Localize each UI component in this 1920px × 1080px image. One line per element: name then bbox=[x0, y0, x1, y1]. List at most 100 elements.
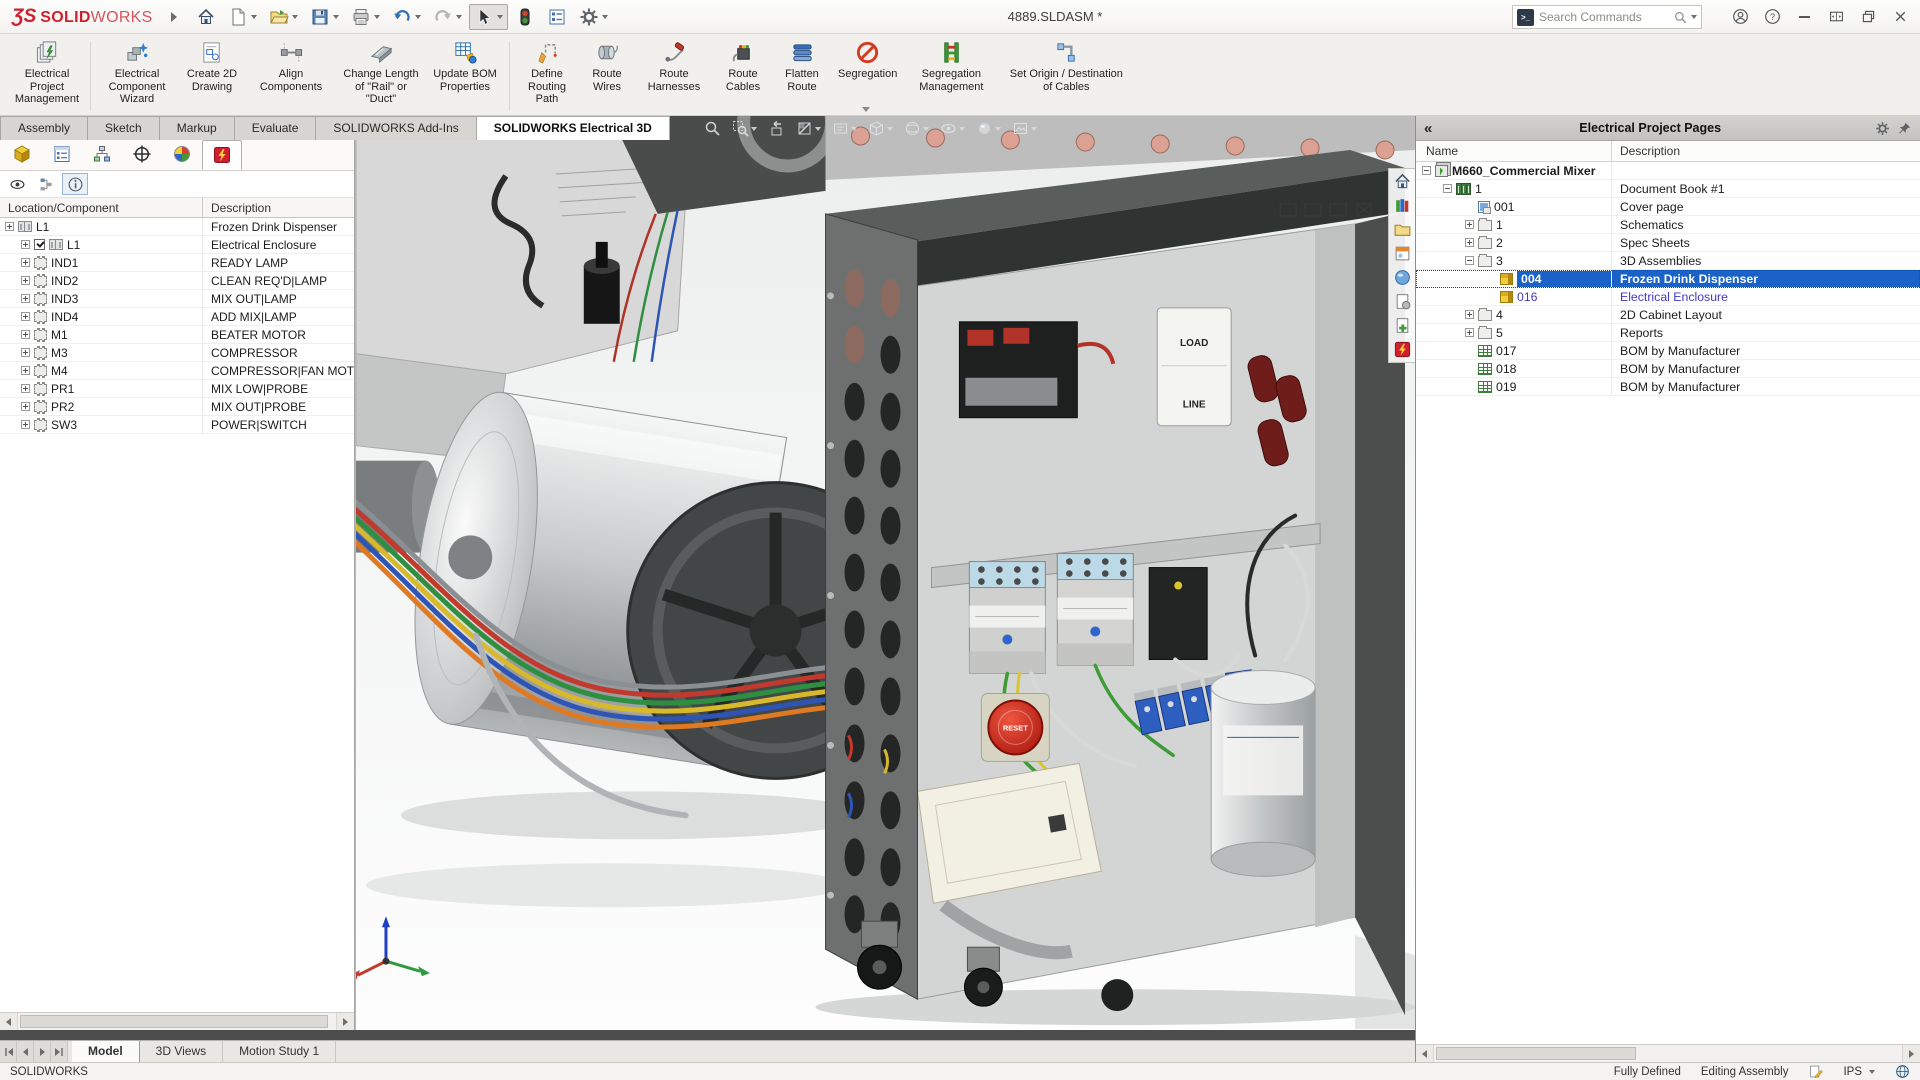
collapse-icon[interactable] bbox=[1422, 166, 1431, 175]
custom-properties-icon[interactable] bbox=[1393, 292, 1412, 311]
chevron-down-icon[interactable] bbox=[751, 127, 757, 131]
checkbox-checked[interactable] bbox=[34, 239, 45, 250]
tree-row[interactable]: 1Schematics bbox=[1416, 216, 1920, 234]
display-style-button[interactable] bbox=[904, 120, 929, 137]
tree-display-options-button[interactable] bbox=[33, 173, 59, 195]
3d-viewport[interactable]: LOAD LINE bbox=[355, 116, 1415, 1030]
chevron-down-icon[interactable] bbox=[1031, 127, 1037, 131]
configuration-manager-tab[interactable] bbox=[82, 140, 122, 170]
apply-scene-button[interactable] bbox=[1012, 120, 1037, 137]
home-icon[interactable] bbox=[1393, 172, 1412, 191]
redo-button[interactable] bbox=[428, 4, 467, 30]
left-panel-hscrollbar[interactable] bbox=[0, 1012, 354, 1030]
column-name[interactable]: Name bbox=[1416, 144, 1611, 158]
previous-tab-button[interactable] bbox=[17, 1041, 34, 1062]
define-routing-path-button[interactable]: Define Routing Path bbox=[514, 38, 580, 106]
options-list-button[interactable] bbox=[542, 4, 572, 30]
expand-icon[interactable] bbox=[21, 276, 30, 285]
open-button[interactable] bbox=[264, 4, 303, 30]
electrical-enclosure-component[interactable]: LOAD LINE bbox=[816, 150, 1415, 1025]
collapse-icon[interactable] bbox=[1443, 184, 1452, 193]
tree-row[interactable]: L1Frozen Drink Dispenser bbox=[0, 218, 354, 236]
tree-row[interactable]: M3COMPRESSOR bbox=[0, 344, 354, 362]
expand-icon[interactable] bbox=[21, 402, 30, 411]
tab-solidworks-add-ins[interactable]: SOLIDWORKS Add-Ins bbox=[315, 116, 476, 140]
appearances-icon[interactable] bbox=[1393, 268, 1412, 287]
tree-row[interactable]: SW3POWER|SWITCH bbox=[0, 416, 354, 434]
scroll-thumb[interactable] bbox=[1436, 1047, 1636, 1060]
tree-row[interactable]: 5Reports bbox=[1416, 324, 1920, 342]
restore-button[interactable] bbox=[1852, 0, 1884, 33]
chevron-down-icon[interactable] bbox=[959, 127, 965, 131]
flatten-route-button[interactable]: Flatten Route bbox=[772, 38, 832, 93]
chevron-down-icon[interactable] bbox=[374, 15, 380, 19]
tree-row[interactable]: 016Electrical Enclosure bbox=[1416, 288, 1920, 306]
tree-row[interactable]: IND1READY LAMP bbox=[0, 254, 354, 272]
align-components-button[interactable]: Align Components bbox=[245, 38, 337, 93]
chevron-down-icon[interactable] bbox=[456, 15, 462, 19]
featuremanager-tree-tab[interactable] bbox=[2, 140, 42, 170]
edit-appearance-button[interactable] bbox=[976, 120, 1001, 137]
tree-row[interactable]: IND4ADD MIX|LAMP bbox=[0, 308, 354, 326]
tree-row[interactable]: 42D Cabinet Layout bbox=[1416, 306, 1920, 324]
selection-filter-button[interactable] bbox=[510, 4, 540, 30]
update-bom-properties-button[interactable]: Update BOM Properties bbox=[425, 38, 505, 93]
search-input[interactable] bbox=[1534, 10, 1673, 24]
scroll-left-arrow[interactable] bbox=[1416, 1045, 1434, 1062]
column-description[interactable]: Description bbox=[1611, 141, 1920, 161]
view-orientation-button[interactable] bbox=[868, 120, 893, 137]
column-location-component[interactable]: Location/Component bbox=[0, 201, 202, 215]
expand-icon[interactable] bbox=[21, 240, 30, 249]
hide-show-items-button[interactable] bbox=[940, 120, 965, 137]
next-tab-button[interactable] bbox=[34, 1041, 51, 1062]
expand-icon[interactable] bbox=[1465, 238, 1474, 247]
tree-row[interactable]: PR1MIX LOW|PROBE bbox=[0, 380, 354, 398]
ribbon-collapse-icon[interactable] bbox=[862, 107, 870, 112]
tree-row[interactable]: 1Document Book #1 bbox=[1416, 180, 1920, 198]
select-button[interactable] bbox=[469, 4, 508, 30]
route-cables-button[interactable]: Route Cables bbox=[714, 38, 772, 93]
expand-icon[interactable] bbox=[21, 348, 30, 357]
file-explorer-icon[interactable] bbox=[1393, 220, 1412, 239]
chevron-down-icon[interactable] bbox=[292, 15, 298, 19]
tab-markup[interactable]: Markup bbox=[159, 116, 235, 140]
panel-settings-gear-icon[interactable] bbox=[1875, 121, 1890, 136]
tree-row[interactable]: 2Spec Sheets bbox=[1416, 234, 1920, 252]
chevron-down-icon[interactable] bbox=[815, 127, 821, 131]
right-panel-hscrollbar[interactable] bbox=[1416, 1044, 1920, 1062]
expand-icon[interactable] bbox=[21, 258, 30, 267]
save-button[interactable] bbox=[305, 4, 344, 30]
expand-icon[interactable] bbox=[21, 294, 30, 303]
zoom-to-area-button[interactable] bbox=[732, 120, 757, 137]
scroll-thumb[interactable] bbox=[20, 1015, 328, 1028]
tree-row[interactable]: 019BOM by Manufacturer bbox=[1416, 378, 1920, 396]
route-harnesses-button[interactable]: Route Harnesses bbox=[634, 38, 714, 93]
expand-icon[interactable] bbox=[1465, 310, 1474, 319]
document-recovery-icon[interactable] bbox=[1393, 316, 1412, 335]
tree-row[interactable]: 018BOM by Manufacturer bbox=[1416, 360, 1920, 378]
expand-icon[interactable] bbox=[21, 330, 30, 339]
chevron-down-icon[interactable] bbox=[415, 15, 421, 19]
segregation-management-button[interactable]: Segregation Management bbox=[903, 38, 999, 93]
tree-row[interactable]: L1Electrical Enclosure bbox=[0, 236, 354, 254]
expand-icon[interactable] bbox=[5, 222, 14, 231]
menu-flyout-icon[interactable] bbox=[171, 12, 177, 22]
chevron-down-icon[interactable] bbox=[602, 15, 608, 19]
chevron-down-icon[interactable] bbox=[333, 15, 339, 19]
help-button[interactable] bbox=[1756, 0, 1788, 33]
pin-icon[interactable] bbox=[1897, 121, 1912, 136]
tree-row[interactable]: M4COMPRESSOR|FAN MOTOR bbox=[0, 362, 354, 380]
tree-row[interactable]: IND3MIX OUT|LAMP bbox=[0, 290, 354, 308]
section-view-button[interactable] bbox=[796, 120, 821, 137]
home-button[interactable] bbox=[191, 4, 221, 30]
tree-row[interactable]: M1BEATER MOTOR bbox=[0, 326, 354, 344]
route-wires-button[interactable]: Route Wires bbox=[580, 38, 634, 93]
units-selector[interactable]: IPS bbox=[1843, 1066, 1875, 1078]
minimize-button[interactable] bbox=[1788, 0, 1820, 33]
tree-row[interactable]: M660_Commercial Mixer bbox=[1416, 162, 1920, 180]
status-globe-icon[interactable] bbox=[1895, 1064, 1910, 1079]
expand-icon[interactable] bbox=[1465, 220, 1474, 229]
expand-icon[interactable] bbox=[1465, 328, 1474, 337]
segregation-button[interactable]: Segregation bbox=[832, 38, 903, 81]
tab-sketch[interactable]: Sketch bbox=[87, 116, 160, 140]
